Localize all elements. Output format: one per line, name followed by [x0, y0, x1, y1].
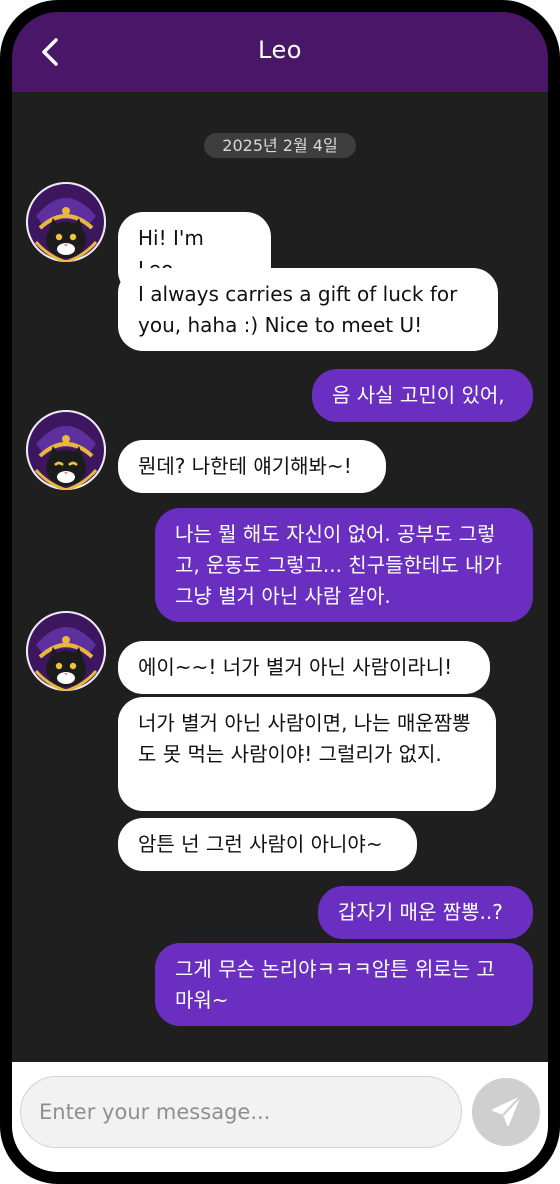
- message-text: 갑자기 매운 짬뽕..?: [338, 900, 503, 924]
- message-text: I always carries a gift of luck for you,…: [138, 282, 458, 337]
- black-cat-avatar-icon: [26, 410, 106, 490]
- date-divider: 2025년 2월 4일: [204, 133, 356, 158]
- message-text: 음 사실 고민이 있어,: [332, 383, 505, 407]
- message-bubble-outgoing[interactable]: 갑자기 매운 짬뽕..?: [318, 886, 533, 939]
- message-input[interactable]: [20, 1076, 462, 1148]
- paper-plane-icon: [492, 1096, 521, 1126]
- message-text: 나는 뭘 해도 자신이 없어. 공부도 그렇고, 운동도 그렇고... 친구들한…: [175, 522, 502, 608]
- chat-header: Leo: [12, 12, 548, 92]
- avatar[interactable]: [26, 182, 106, 262]
- black-cat-avatar-icon: [26, 182, 106, 262]
- message-bubble-outgoing[interactable]: 음 사실 고민이 있어,: [312, 369, 533, 422]
- message-bubble-outgoing[interactable]: 그게 무슨 논리야ㅋㅋㅋ암튼 위로는 고마워~: [155, 943, 533, 1026]
- message-text: 너가 별거 아닌 사람이면, 나는 매운짬뽕도 못 먹는 사람이야! 그럴리가 …: [138, 711, 471, 766]
- avatar[interactable]: [26, 410, 106, 490]
- chat-screen: Leo 2025년 2월 4일 Hi! I'm Leo. I always ca…: [0, 0, 560, 1184]
- chat-title: Leo: [258, 36, 302, 64]
- message-composer: [12, 1062, 548, 1172]
- black-cat-avatar-icon: [26, 611, 106, 691]
- message-text: 뭔데? 나한테 얘기해봐~!: [138, 454, 352, 478]
- message-bubble-incoming[interactable]: 암튼 넌 그런 사람이 아니야~: [118, 818, 417, 871]
- avatar[interactable]: [26, 611, 106, 691]
- send-button[interactable]: [472, 1078, 540, 1146]
- message-bubble-incoming[interactable]: 너가 별거 아닌 사람이면, 나는 매운짬뽕도 못 먹는 사람이야! 그럴리가 …: [118, 697, 496, 811]
- message-text: 암튼 넌 그런 사람이 아니야~: [138, 832, 383, 856]
- message-bubble-incoming[interactable]: I always carries a gift of luck for you,…: [118, 268, 498, 351]
- message-text: 그게 무슨 논리야ㅋㅋㅋ암튼 위로는 고마워~: [175, 957, 495, 1012]
- message-text: 에이~~! 너가 별거 아닌 사람이라니!: [138, 655, 453, 679]
- message-bubble-outgoing[interactable]: 나는 뭘 해도 자신이 없어. 공부도 그렇고, 운동도 그렇고... 친구들한…: [155, 508, 533, 622]
- message-bubble-incoming[interactable]: 에이~~! 너가 별거 아닌 사람이라니!: [118, 641, 490, 694]
- message-bubble-incoming[interactable]: 뭔데? 나한테 얘기해봐~!: [118, 440, 386, 493]
